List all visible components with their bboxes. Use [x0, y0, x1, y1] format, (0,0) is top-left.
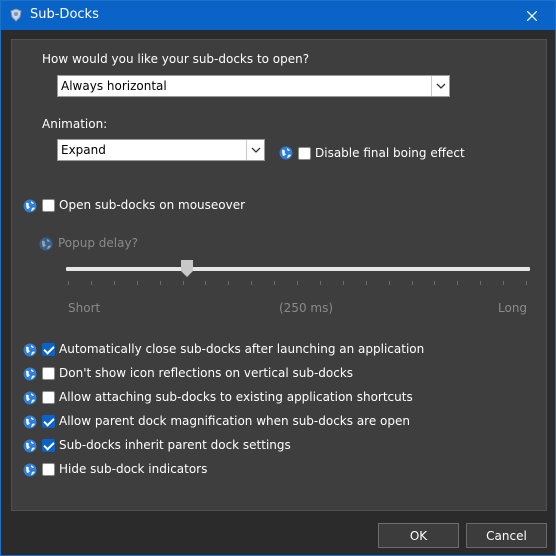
close-icon — [527, 10, 537, 21]
option-checkbox[interactable] — [42, 343, 55, 356]
animation-select[interactable]: Expand — [57, 139, 265, 161]
slider-tick — [113, 281, 115, 285]
app-icon — [10, 8, 22, 22]
slider-tick — [457, 281, 459, 285]
slider-tick — [274, 281, 276, 285]
chevron-down-icon — [431, 76, 449, 96]
slider-tick — [480, 281, 482, 285]
open-mode-question: How would you like your sub-docks to ope… — [42, 52, 310, 66]
slider-tick — [319, 281, 321, 285]
slider-tick — [205, 281, 207, 285]
globe-icon[interactable] — [23, 343, 37, 357]
option-checkbox[interactable] — [42, 439, 55, 452]
slider-tick — [365, 281, 367, 285]
ok-button[interactable]: OK — [378, 523, 459, 548]
option-checkbox[interactable] — [42, 415, 55, 428]
mouseover-label: Open sub-docks on mouseover — [59, 198, 246, 212]
globe-icon[interactable] — [23, 463, 37, 477]
option-checkbox[interactable] — [42, 463, 55, 476]
globe-icon[interactable] — [23, 439, 37, 453]
option-label: Allow attaching sub-docks to existing ap… — [59, 390, 413, 404]
open-mode-value: Always horizontal — [61, 79, 167, 93]
disable-boing-label: Disable final boing effect — [315, 146, 465, 160]
slider-tick — [526, 281, 527, 285]
chevron-down-icon — [246, 140, 264, 160]
title-bar: Sub-Docks — [1, 1, 555, 30]
slider-tick — [182, 281, 184, 285]
slider-min-label: Short — [68, 301, 101, 315]
window-title: Sub-Docks — [30, 7, 99, 22]
slider-tick — [411, 281, 413, 285]
slider-tick — [388, 281, 390, 285]
slider-tick — [297, 281, 298, 285]
open-mode-select[interactable]: Always horizontal — [57, 75, 450, 97]
cancel-button[interactable]: Cancel — [466, 523, 547, 548]
disable-boing-checkbox[interactable] — [298, 147, 311, 160]
slider-tick — [228, 281, 230, 285]
slider-max-label: Long — [498, 301, 528, 315]
slider-tick — [503, 281, 505, 285]
globe-icon[interactable] — [39, 237, 53, 251]
option-label: Sub-docks inherit parent dock settings — [59, 438, 291, 452]
slider-tick — [68, 281, 69, 285]
option-label: Allow parent dock magnification when sub… — [59, 414, 410, 428]
slider-tick — [251, 281, 253, 285]
popup-delay-label: Popup delay? — [58, 236, 138, 250]
option-checkbox[interactable] — [42, 391, 55, 404]
slider-tick — [434, 281, 436, 285]
mouseover-checkbox[interactable] — [42, 199, 55, 212]
slider-tick — [90, 281, 92, 285]
option-label: Automatically close sub-docks after laun… — [59, 342, 425, 356]
slider-tick — [342, 281, 344, 285]
option-checkbox[interactable] — [42, 367, 55, 380]
close-button[interactable] — [509, 1, 555, 30]
slider-value-label: (250 ms) — [279, 301, 334, 315]
globe-icon[interactable] — [23, 391, 37, 405]
globe-icon[interactable] — [23, 367, 37, 381]
option-label: Don't show icon reflections on vertical … — [59, 366, 354, 380]
globe-icon[interactable] — [279, 146, 293, 160]
option-label: Hide sub-dock indicators — [59, 462, 208, 476]
slider-thumb[interactable] — [181, 260, 194, 277]
popup-delay-slider[interactable] — [66, 267, 530, 271]
globe-icon[interactable] — [23, 415, 37, 429]
slider-tick — [136, 281, 138, 285]
animation-value: Expand — [61, 143, 106, 157]
globe-icon[interactable] — [23, 199, 37, 213]
animation-label: Animation: — [42, 117, 108, 131]
sub-docks-dialog: Sub-Docks How would you like your sub-do… — [0, 0, 556, 556]
slider-tick — [159, 281, 161, 285]
